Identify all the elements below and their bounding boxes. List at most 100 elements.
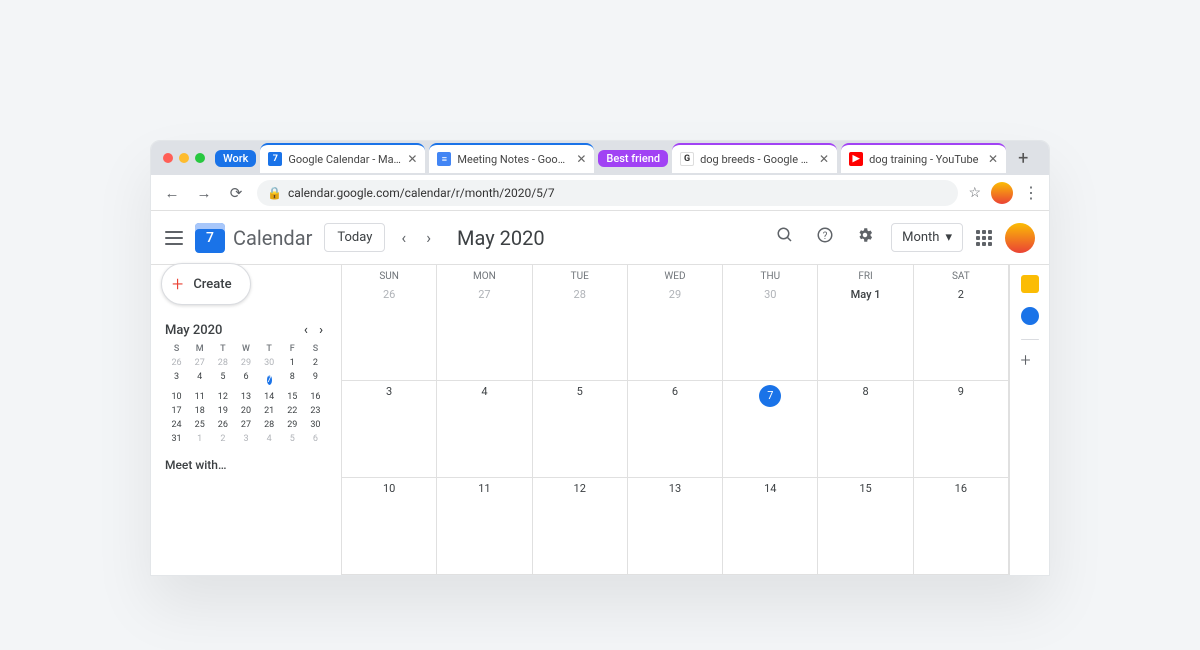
new-tab-button[interactable]: +	[1010, 148, 1036, 169]
tab-search[interactable]: G dog breeds - Google Searc ✕	[672, 143, 837, 173]
mini-day[interactable]: 30	[304, 420, 327, 430]
mini-day[interactable]: 7	[258, 372, 281, 388]
close-tab-icon[interactable]: ✕	[407, 152, 417, 166]
mini-day[interactable]: 22	[281, 406, 304, 416]
tab-calendar[interactable]: 7 Google Calendar - May 20 ✕	[260, 143, 425, 173]
mini-day[interactable]: 13	[234, 392, 257, 402]
mini-day[interactable]: 2	[211, 434, 234, 444]
mini-day[interactable]: 6	[304, 434, 327, 444]
mini-day[interactable]: 29	[234, 358, 257, 368]
day-cell[interactable]: 5	[533, 381, 628, 478]
close-tab-icon[interactable]: ✕	[988, 152, 998, 166]
mini-day[interactable]: 5	[211, 372, 234, 388]
mini-day[interactable]: 27	[234, 420, 257, 430]
close-window[interactable]	[163, 153, 173, 163]
mini-day[interactable]: 11	[188, 392, 211, 402]
mini-day[interactable]: 1	[188, 434, 211, 444]
view-selector[interactable]: Month ▾	[891, 223, 963, 252]
main-menu-icon[interactable]	[165, 231, 183, 245]
tab-group-work[interactable]: Work	[215, 150, 256, 167]
day-cell[interactable]: 28	[533, 284, 628, 381]
day-cell[interactable]: 30	[723, 284, 818, 381]
mini-day[interactable]: 19	[211, 406, 234, 416]
mini-next-icon[interactable]: ›	[315, 323, 327, 338]
mini-day[interactable]: 17	[165, 406, 188, 416]
mini-day[interactable]: 12	[211, 392, 234, 402]
mini-day[interactable]: 26	[211, 420, 234, 430]
mini-day[interactable]: 27	[188, 358, 211, 368]
day-cell[interactable]: 26	[342, 284, 437, 381]
mini-day[interactable]: 28	[258, 420, 281, 430]
bookmark-star-icon[interactable]: ☆	[968, 185, 981, 201]
mini-day[interactable]: 8	[281, 372, 304, 388]
reload-button[interactable]: ⟳	[225, 184, 247, 202]
day-cell[interactable]: 13	[628, 478, 723, 575]
day-cell[interactable]: 8	[818, 381, 913, 478]
day-cell[interactable]: 16	[914, 478, 1009, 575]
day-cell[interactable]: 7	[723, 381, 818, 478]
browser-menu-icon[interactable]: ⋮	[1023, 183, 1039, 202]
mini-day[interactable]: 10	[165, 392, 188, 402]
tab-youtube[interactable]: ▶ dog training - YouTube ✕	[841, 143, 1006, 173]
day-cell[interactable]: 14	[723, 478, 818, 575]
mini-day[interactable]: 31	[165, 434, 188, 444]
maximize-window[interactable]	[195, 153, 205, 163]
mini-day[interactable]: 4	[258, 434, 281, 444]
close-tab-icon[interactable]: ✕	[819, 152, 829, 166]
day-cell[interactable]: 10	[342, 478, 437, 575]
forward-button[interactable]: →	[193, 184, 215, 202]
mini-day[interactable]: 25	[188, 420, 211, 430]
tab-docs[interactable]: ≡ Meeting Notes - Google Do ✕	[429, 143, 594, 173]
day-cell[interactable]: 11	[437, 478, 532, 575]
mini-prev-icon[interactable]: ‹	[300, 323, 312, 338]
mini-day[interactable]: 5	[281, 434, 304, 444]
mini-day[interactable]: 2	[304, 358, 327, 368]
next-month-button[interactable]: ›	[422, 228, 435, 247]
day-cell[interactable]: 6	[628, 381, 723, 478]
mini-day[interactable]: 24	[165, 420, 188, 430]
google-apps-icon[interactable]	[975, 229, 993, 247]
meet-with-label[interactable]: Meet with…	[165, 458, 327, 472]
mini-day[interactable]: 3	[165, 372, 188, 388]
mini-day[interactable]: 30	[258, 358, 281, 368]
day-cell[interactable]: 4	[437, 381, 532, 478]
day-cell[interactable]: 15	[818, 478, 913, 575]
mini-day[interactable]: 20	[234, 406, 257, 416]
mini-day[interactable]: 29	[281, 420, 304, 430]
mini-day[interactable]: 23	[304, 406, 327, 416]
app-logo[interactable]: 7 Calendar	[195, 223, 312, 253]
mini-day[interactable]: 6	[234, 372, 257, 388]
search-icon[interactable]	[771, 226, 799, 249]
prev-month-button[interactable]: ‹	[397, 228, 410, 247]
keep-icon[interactable]	[1021, 275, 1039, 293]
minimize-window[interactable]	[179, 153, 189, 163]
mini-day[interactable]: 18	[188, 406, 211, 416]
day-cell[interactable]: 29	[628, 284, 723, 381]
mini-day[interactable]: 28	[211, 358, 234, 368]
mini-day[interactable]: 3	[234, 434, 257, 444]
mini-day[interactable]: 14	[258, 392, 281, 402]
mini-day[interactable]: 15	[281, 392, 304, 402]
day-cell[interactable]: 9	[914, 381, 1009, 478]
add-addon-icon[interactable]: +	[1021, 354, 1039, 372]
day-cell[interactable]: May 1	[818, 284, 913, 381]
day-cell[interactable]: 2	[914, 284, 1009, 381]
mini-day[interactable]: 4	[188, 372, 211, 388]
address-bar[interactable]: 🔒 calendar.google.com/calendar/r/month/2…	[257, 180, 958, 206]
mini-day[interactable]: 1	[281, 358, 304, 368]
day-cell[interactable]: 27	[437, 284, 532, 381]
day-cell[interactable]: 3	[342, 381, 437, 478]
help-icon[interactable]: ?	[811, 226, 839, 249]
account-avatar[interactable]	[1005, 223, 1035, 253]
tab-group-bestfriend[interactable]: Best friend	[598, 150, 668, 167]
close-tab-icon[interactable]: ✕	[576, 152, 586, 166]
profile-avatar-small[interactable]	[991, 182, 1013, 204]
today-button[interactable]: Today	[324, 223, 385, 252]
mini-day[interactable]: 26	[165, 358, 188, 368]
mini-day[interactable]: 21	[258, 406, 281, 416]
tasks-icon[interactable]	[1021, 307, 1039, 325]
settings-gear-icon[interactable]	[851, 226, 879, 249]
mini-day[interactable]: 16	[304, 392, 327, 402]
mini-day[interactable]: 9	[304, 372, 327, 388]
day-cell[interactable]: 12	[533, 478, 628, 575]
